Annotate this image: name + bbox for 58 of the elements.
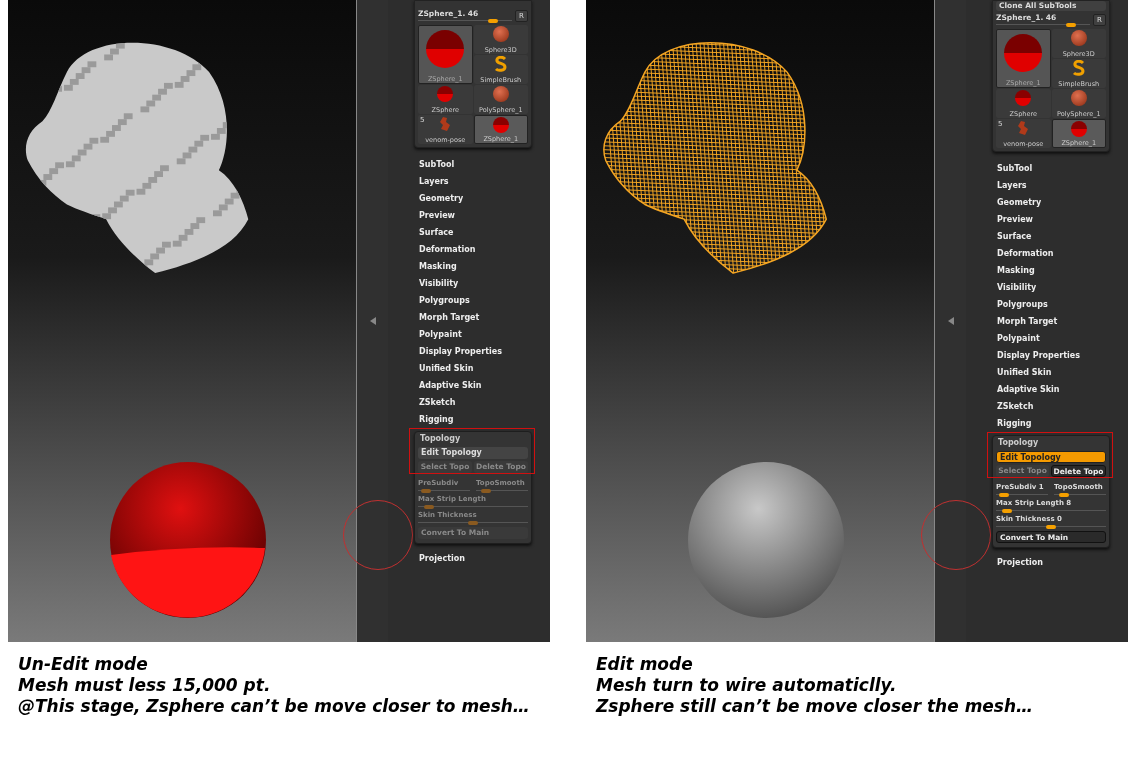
menu-item[interactable]: Masking bbox=[992, 262, 1110, 279]
edit-topology-button[interactable]: Edit Topology bbox=[418, 447, 528, 459]
panel-title: Topology bbox=[419, 433, 462, 445]
menu-item[interactable]: Surface bbox=[992, 228, 1110, 245]
slider-thumb[interactable] bbox=[1066, 23, 1077, 27]
slider-thumb[interactable] bbox=[1059, 493, 1070, 497]
menu-item[interactable]: Visibility bbox=[992, 279, 1110, 296]
menu-item[interactable]: Rigging bbox=[992, 415, 1110, 432]
menu-item[interactable]: Layers bbox=[992, 177, 1110, 194]
menu-item[interactable]: Preview bbox=[414, 207, 532, 224]
menu-item[interactable]: ZSketch bbox=[992, 398, 1110, 415]
menu-item[interactable]: Display Properties bbox=[992, 347, 1110, 364]
collapse-arrow-icon[interactable] bbox=[947, 317, 954, 325]
menu-item[interactable]: Projection bbox=[414, 550, 532, 567]
menu-item[interactable]: Adaptive Skin bbox=[992, 381, 1110, 398]
menu-item[interactable]: SubTool bbox=[414, 156, 532, 173]
slider-thumb[interactable] bbox=[1046, 525, 1056, 529]
menu-item[interactable]: Polygroups bbox=[414, 292, 532, 309]
menu-item[interactable]: Unified Skin bbox=[992, 364, 1110, 381]
menu-item[interactable]: Geometry bbox=[992, 194, 1110, 211]
menu-item[interactable]: Adaptive Skin bbox=[414, 377, 532, 394]
menu-item[interactable]: Display Properties bbox=[414, 343, 532, 360]
caption-line: Un-Edit mode bbox=[18, 654, 149, 675]
figure-icon bbox=[438, 116, 453, 132]
caption-line: @This stage, Zsphere can’t be move closer to mesh… bbox=[18, 696, 531, 717]
slider-thumb[interactable] bbox=[488, 19, 499, 23]
menu-item[interactable]: Unified Skin bbox=[414, 360, 532, 377]
slider-thumb[interactable] bbox=[998, 493, 1009, 497]
menu-item[interactable]: Polypaint bbox=[414, 326, 532, 343]
s-shape-icon bbox=[1071, 60, 1086, 76]
menu-item[interactable]: Rigging bbox=[414, 411, 532, 428]
caption-line: Edit mode bbox=[596, 654, 694, 675]
menu-item[interactable]: Morph Target bbox=[414, 309, 532, 326]
figure-icon bbox=[1016, 120, 1031, 136]
3d-viewport[interactable] bbox=[8, 0, 356, 642]
caption-line: Mesh must less 15,000 pt. bbox=[18, 675, 272, 696]
menu-item[interactable]: Deformation bbox=[992, 245, 1110, 262]
menu-item[interactable]: Masking bbox=[414, 258, 532, 275]
menu-item[interactable]: Visibility bbox=[414, 275, 532, 292]
menu-item[interactable]: Surface bbox=[414, 224, 532, 241]
menu-item[interactable]: Projection bbox=[992, 554, 1110, 571]
caption-line: Mesh turn to wire automaticlly. bbox=[596, 675, 898, 696]
menu-item[interactable]: Morph Target bbox=[992, 313, 1110, 330]
menu-item[interactable]: Polypaint bbox=[992, 330, 1110, 347]
menu-item[interactable]: Geometry bbox=[414, 190, 532, 207]
menu-item[interactable]: SubTool bbox=[992, 160, 1110, 177]
collapse-arrow-icon[interactable] bbox=[369, 317, 376, 325]
menu-item[interactable]: ZSketch bbox=[414, 394, 532, 411]
menu-item[interactable]: Layers bbox=[414, 173, 532, 190]
caption-line: Zsphere still can’t be move closer the mesh… bbox=[596, 696, 1035, 717]
menu-item[interactable]: Deformation bbox=[414, 241, 532, 258]
panel-title: Topology bbox=[997, 437, 1040, 449]
menu-item[interactable]: Preview bbox=[992, 211, 1110, 228]
menu-item[interactable]: Polygroups bbox=[992, 296, 1110, 313]
s-shape-icon bbox=[493, 56, 508, 72]
3d-viewport[interactable] bbox=[586, 0, 934, 642]
edit-topology-button[interactable]: Edit Topology bbox=[996, 451, 1106, 463]
slider-thumb[interactable] bbox=[1002, 509, 1012, 513]
